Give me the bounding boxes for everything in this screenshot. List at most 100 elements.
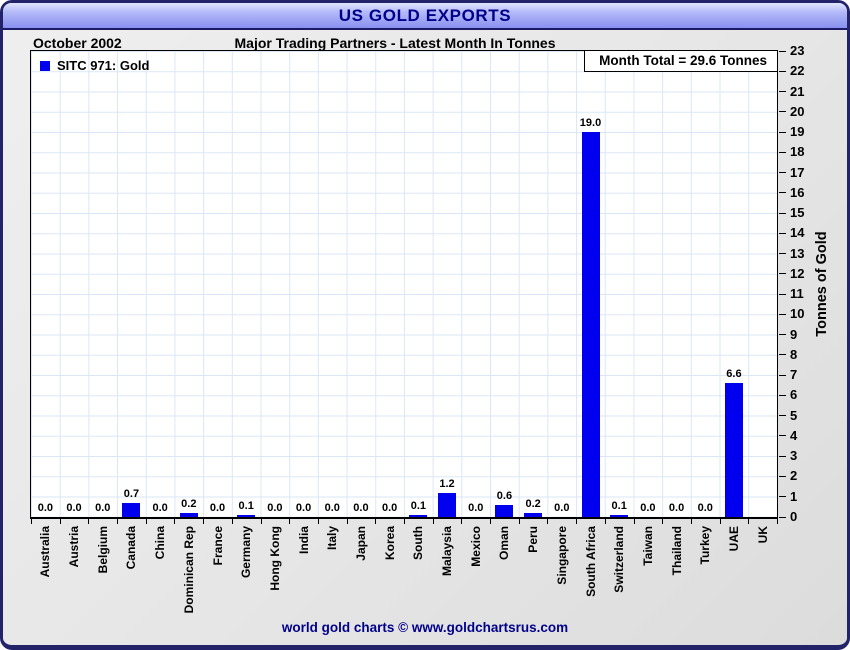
x-category-label: Japan xyxy=(353,526,368,561)
y-tick-label: 19 xyxy=(790,124,805,140)
x-tick xyxy=(490,519,491,524)
y-tick xyxy=(779,516,786,518)
y-tick-label: 15 xyxy=(790,205,805,221)
x-tick xyxy=(60,519,61,524)
y-tick xyxy=(779,232,786,234)
x-tick xyxy=(433,519,434,524)
y-tick-label: 3 xyxy=(790,448,798,464)
x-tick xyxy=(519,519,520,524)
y-tick xyxy=(779,212,786,214)
x-tick xyxy=(547,519,548,524)
y-tick-label: 1 xyxy=(790,488,798,504)
x-category-label: Malaysia xyxy=(440,526,455,577)
y-tick xyxy=(779,374,786,376)
x-category-label: Peru xyxy=(526,526,541,553)
y-tick-label: 9 xyxy=(790,326,798,342)
bar-value-label: 0.0 xyxy=(295,502,312,514)
bar-value-label: 0.0 xyxy=(324,502,340,514)
x-tick xyxy=(31,519,32,524)
y-tick xyxy=(779,50,786,52)
y-tick xyxy=(779,394,786,396)
bar-germany xyxy=(237,515,256,517)
bar-value-label: 0.0 xyxy=(668,502,685,514)
x-category-label: Germany xyxy=(239,526,254,579)
y-tick xyxy=(779,131,786,133)
y-tick-label: 22 xyxy=(790,63,805,79)
x-category-label: Thailand xyxy=(669,526,684,576)
bar-value-label: 0.2 xyxy=(181,498,197,510)
x-category-label: Canada xyxy=(124,526,139,570)
x-tick xyxy=(375,519,376,524)
y-tick-label: 16 xyxy=(790,184,805,200)
x-category-label: South xyxy=(411,526,426,560)
bar-value-label: 0.1 xyxy=(611,500,627,512)
y-tick-label: 2 xyxy=(790,468,798,484)
x-tick xyxy=(289,519,290,524)
bar-value-label: 0.1 xyxy=(238,500,254,512)
bar-value-label: 0.0 xyxy=(353,502,369,514)
y-tick-label: 21 xyxy=(790,83,805,99)
month-total-badge: Month Total = 29.6 Tonnes xyxy=(584,51,777,72)
x-tick xyxy=(203,519,204,524)
x-tick xyxy=(174,519,175,524)
legend-label: SITC 971: Gold xyxy=(57,58,150,73)
x-tick xyxy=(720,519,721,524)
y-tick xyxy=(779,172,786,174)
bar-value-label: 0.0 xyxy=(381,502,398,514)
x-category-label: Australia xyxy=(38,526,53,578)
footer-credit: world gold charts © www.goldchartsrus.co… xyxy=(281,620,569,635)
bar-dominican-rep xyxy=(179,513,198,517)
x-category-label: China xyxy=(153,526,168,560)
bar-value-label: 0.1 xyxy=(410,500,426,512)
y-tick-label: 11 xyxy=(790,286,804,302)
title-bar: US GOLD EXPORTS xyxy=(3,3,847,30)
chart-page: US GOLD EXPORTS October 2002 Major Tradi… xyxy=(0,0,850,650)
x-category-label: Oman xyxy=(497,526,512,561)
x-tick xyxy=(461,519,462,524)
legend: SITC 971: Gold xyxy=(40,58,149,73)
x-tick xyxy=(347,519,348,524)
bar-value-label: 0.0 xyxy=(267,502,283,514)
y-tick xyxy=(779,475,786,477)
x-category-label: Korea xyxy=(382,526,397,561)
x-tick xyxy=(777,519,778,524)
bar-value-label: 0.0 xyxy=(209,502,226,514)
x-category-label: France xyxy=(210,526,225,566)
x-category-label: Taiwan xyxy=(640,526,655,566)
y-tick xyxy=(779,70,786,72)
bar-canada xyxy=(122,503,141,517)
x-category-label: UK xyxy=(755,526,770,544)
x-tick xyxy=(576,519,577,524)
x-tick xyxy=(117,519,118,524)
y-tick xyxy=(779,496,786,498)
x-tick xyxy=(146,519,147,524)
y-tick-label: 17 xyxy=(790,164,805,180)
x-category-label: Mexico xyxy=(468,526,483,567)
x-category-label: Dominican Rep xyxy=(181,526,196,614)
y-tick-label: 20 xyxy=(790,103,805,119)
x-tick xyxy=(662,519,663,524)
x-tick xyxy=(404,519,405,524)
x-tick xyxy=(605,519,606,524)
y-tick xyxy=(779,435,786,437)
x-category-label: Italy xyxy=(325,526,340,551)
y-tick xyxy=(779,151,786,153)
x-category-label: UAE xyxy=(726,526,741,552)
y-tick-label: 0 xyxy=(790,509,798,524)
x-category-label: Belgium xyxy=(95,526,110,574)
bar-value-label: 0.0 xyxy=(468,502,484,514)
plot-area: SITC 971: Gold Month Total = 29.6 Tonnes… xyxy=(30,50,778,519)
bar-switzerland xyxy=(610,515,629,517)
bar-south-africa xyxy=(581,132,600,517)
bar-value-label: 0.7 xyxy=(123,488,140,500)
y-tick-label: 13 xyxy=(790,245,805,261)
y-tick xyxy=(779,293,786,295)
y-tick xyxy=(779,192,786,194)
y-axis-title: Tonnes of Gold xyxy=(814,231,830,337)
y-tick-label: 12 xyxy=(790,265,805,281)
x-tick xyxy=(318,519,319,524)
bar-value-label: 0.0 xyxy=(152,502,168,514)
page-title: US GOLD EXPORTS xyxy=(338,5,512,25)
x-category-label: Austria xyxy=(67,526,82,568)
bar-value-label: 6.6 xyxy=(726,368,742,380)
